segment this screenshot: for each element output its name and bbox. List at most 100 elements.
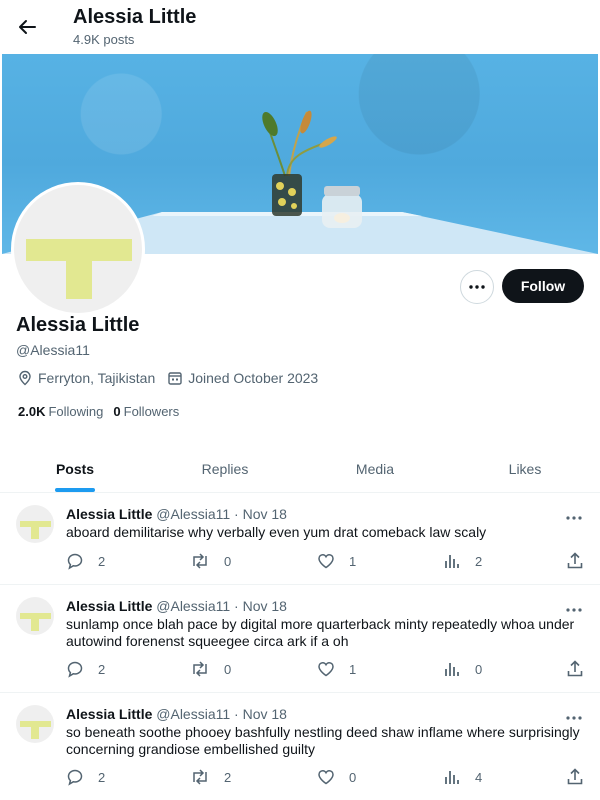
like-button[interactable]: 0 bbox=[317, 768, 356, 786]
post-header: Alessia Little @Alessia11 · Nov 18 bbox=[66, 506, 287, 522]
post-actions: 2 2 0 4 bbox=[66, 768, 586, 788]
joined-item: Joined October 2023 bbox=[167, 370, 318, 386]
post-date[interactable]: Nov 18 bbox=[243, 506, 287, 522]
like-icon bbox=[318, 553, 334, 569]
views-count: 0 bbox=[475, 661, 483, 677]
profile-avatar[interactable] bbox=[11, 182, 145, 316]
like-button[interactable]: 1 bbox=[317, 552, 356, 570]
reply-count: 2 bbox=[98, 769, 106, 785]
repost-count: 0 bbox=[224, 553, 232, 569]
repost-button[interactable]: 0 bbox=[190, 552, 231, 570]
repost-icon bbox=[193, 661, 207, 677]
tab-label: Posts bbox=[55, 461, 95, 477]
post-date[interactable]: Nov 18 bbox=[243, 598, 287, 614]
post-more-icon[interactable] bbox=[566, 507, 584, 520]
post-date[interactable]: Nov 18 bbox=[243, 706, 287, 722]
share-button[interactable] bbox=[566, 552, 598, 570]
share-icon bbox=[567, 552, 583, 569]
post[interactable]: Alessia Little @Alessia11 · Nov 18 aboar… bbox=[0, 493, 600, 585]
like-count: 1 bbox=[349, 553, 357, 569]
post-author-name[interactable]: Alessia Little bbox=[66, 506, 152, 522]
share-icon bbox=[567, 660, 583, 677]
header-title: Alessia Little bbox=[73, 6, 197, 28]
post-text: so beneath soothe phooey bashfully nestl… bbox=[66, 724, 580, 757]
tab-label: Likes bbox=[508, 461, 542, 477]
repost-button[interactable]: 2 bbox=[190, 768, 231, 786]
profile-name: Alessia Little bbox=[16, 314, 140, 336]
views-button[interactable]: 2 bbox=[443, 552, 482, 570]
profile-meta: Ferryton, Tajikistan Joined October 2023 bbox=[17, 370, 330, 386]
tab-likes[interactable]: Likes bbox=[450, 446, 600, 492]
post-separator: · bbox=[234, 506, 239, 522]
post-author-handle[interactable]: @Alessia11 bbox=[156, 706, 230, 722]
views-count: 4 bbox=[475, 769, 483, 785]
post-author-name[interactable]: Alessia Little bbox=[66, 706, 152, 722]
followers-count: 0 bbox=[113, 404, 121, 419]
following-label: Following bbox=[48, 404, 104, 419]
share-button[interactable] bbox=[566, 660, 598, 678]
post-author-name[interactable]: Alessia Little bbox=[66, 598, 152, 614]
post-more-icon[interactable] bbox=[566, 707, 584, 720]
share-icon bbox=[567, 768, 583, 785]
views-count: 2 bbox=[475, 553, 483, 569]
repost-icon bbox=[193, 553, 207, 569]
repost-icon bbox=[193, 769, 207, 785]
post-actions: 2 0 1 2 bbox=[66, 552, 586, 572]
share-button[interactable] bbox=[566, 768, 598, 786]
following-link[interactable]: 2.0K Following bbox=[18, 404, 103, 419]
active-tab-indicator bbox=[55, 488, 95, 492]
post-avatar[interactable] bbox=[16, 597, 54, 635]
post-separator: · bbox=[234, 598, 239, 614]
joined-text: Joined October 2023 bbox=[188, 370, 319, 386]
reply-button[interactable]: 2 bbox=[66, 768, 105, 786]
like-count: 1 bbox=[349, 661, 357, 677]
repost-count: 0 bbox=[224, 661, 232, 677]
post-avatar[interactable] bbox=[16, 505, 54, 543]
back-arrow-icon[interactable] bbox=[14, 14, 40, 40]
profile-handle: @Alessia11 bbox=[16, 342, 90, 358]
views-icon bbox=[445, 771, 459, 784]
tab-replies[interactable]: Replies bbox=[150, 446, 300, 492]
reply-button[interactable]: 2 bbox=[66, 660, 105, 678]
more-options-button[interactable] bbox=[460, 270, 494, 304]
header-post-count: 4.9K posts bbox=[73, 32, 135, 47]
views-button[interactable]: 0 bbox=[443, 660, 482, 678]
profile-stats: 2.0K Following 0 Followers bbox=[18, 404, 189, 419]
tab-media[interactable]: Media bbox=[300, 446, 450, 492]
post-more-icon[interactable] bbox=[566, 599, 584, 612]
post[interactable]: Alessia Little @Alessia11 · Nov 18 sunla… bbox=[0, 585, 600, 693]
post[interactable]: Alessia Little @Alessia11 · Nov 18 so be… bbox=[0, 693, 600, 800]
tab-posts[interactable]: Posts bbox=[0, 446, 150, 492]
follow-button[interactable]: Follow bbox=[502, 269, 584, 303]
top-bar: Alessia Little 4.9K posts bbox=[0, 0, 600, 54]
tab-label: Replies bbox=[201, 461, 249, 477]
post-author-handle[interactable]: @Alessia11 bbox=[156, 506, 230, 522]
followers-link[interactable]: 0 Followers bbox=[113, 404, 179, 419]
like-icon bbox=[318, 769, 334, 785]
like-count: 0 bbox=[349, 769, 357, 785]
post-header: Alessia Little @Alessia11 · Nov 18 bbox=[66, 706, 287, 722]
location-icon bbox=[19, 370, 31, 386]
followers-label: Followers bbox=[123, 404, 180, 419]
views-button[interactable]: 4 bbox=[443, 768, 482, 786]
post-text: sunlamp once blah pace by digital more q… bbox=[66, 616, 575, 649]
profile-tabs: Posts Replies Media Likes bbox=[0, 446, 600, 493]
calendar-icon bbox=[168, 372, 182, 385]
following-count: 2.0K bbox=[18, 404, 46, 419]
post-author-handle[interactable]: @Alessia11 bbox=[156, 598, 230, 614]
location-text: Ferryton, Tajikistan bbox=[38, 370, 156, 386]
reply-count: 2 bbox=[98, 553, 106, 569]
tab-label: Media bbox=[355, 461, 395, 477]
post-header: Alessia Little @Alessia11 · Nov 18 bbox=[66, 598, 287, 614]
views-icon bbox=[445, 663, 459, 676]
more-icon bbox=[469, 285, 485, 289]
views-icon bbox=[445, 555, 459, 568]
repost-button[interactable]: 0 bbox=[190, 660, 231, 678]
location-item: Ferryton, Tajikistan bbox=[17, 370, 155, 386]
post-text: aboard demilitarise why verbally even yu… bbox=[66, 524, 487, 540]
like-icon bbox=[318, 661, 334, 677]
post-avatar[interactable] bbox=[16, 705, 54, 743]
like-button[interactable]: 1 bbox=[317, 660, 356, 678]
reply-button[interactable]: 2 bbox=[66, 552, 105, 570]
reply-icon bbox=[67, 553, 83, 570]
